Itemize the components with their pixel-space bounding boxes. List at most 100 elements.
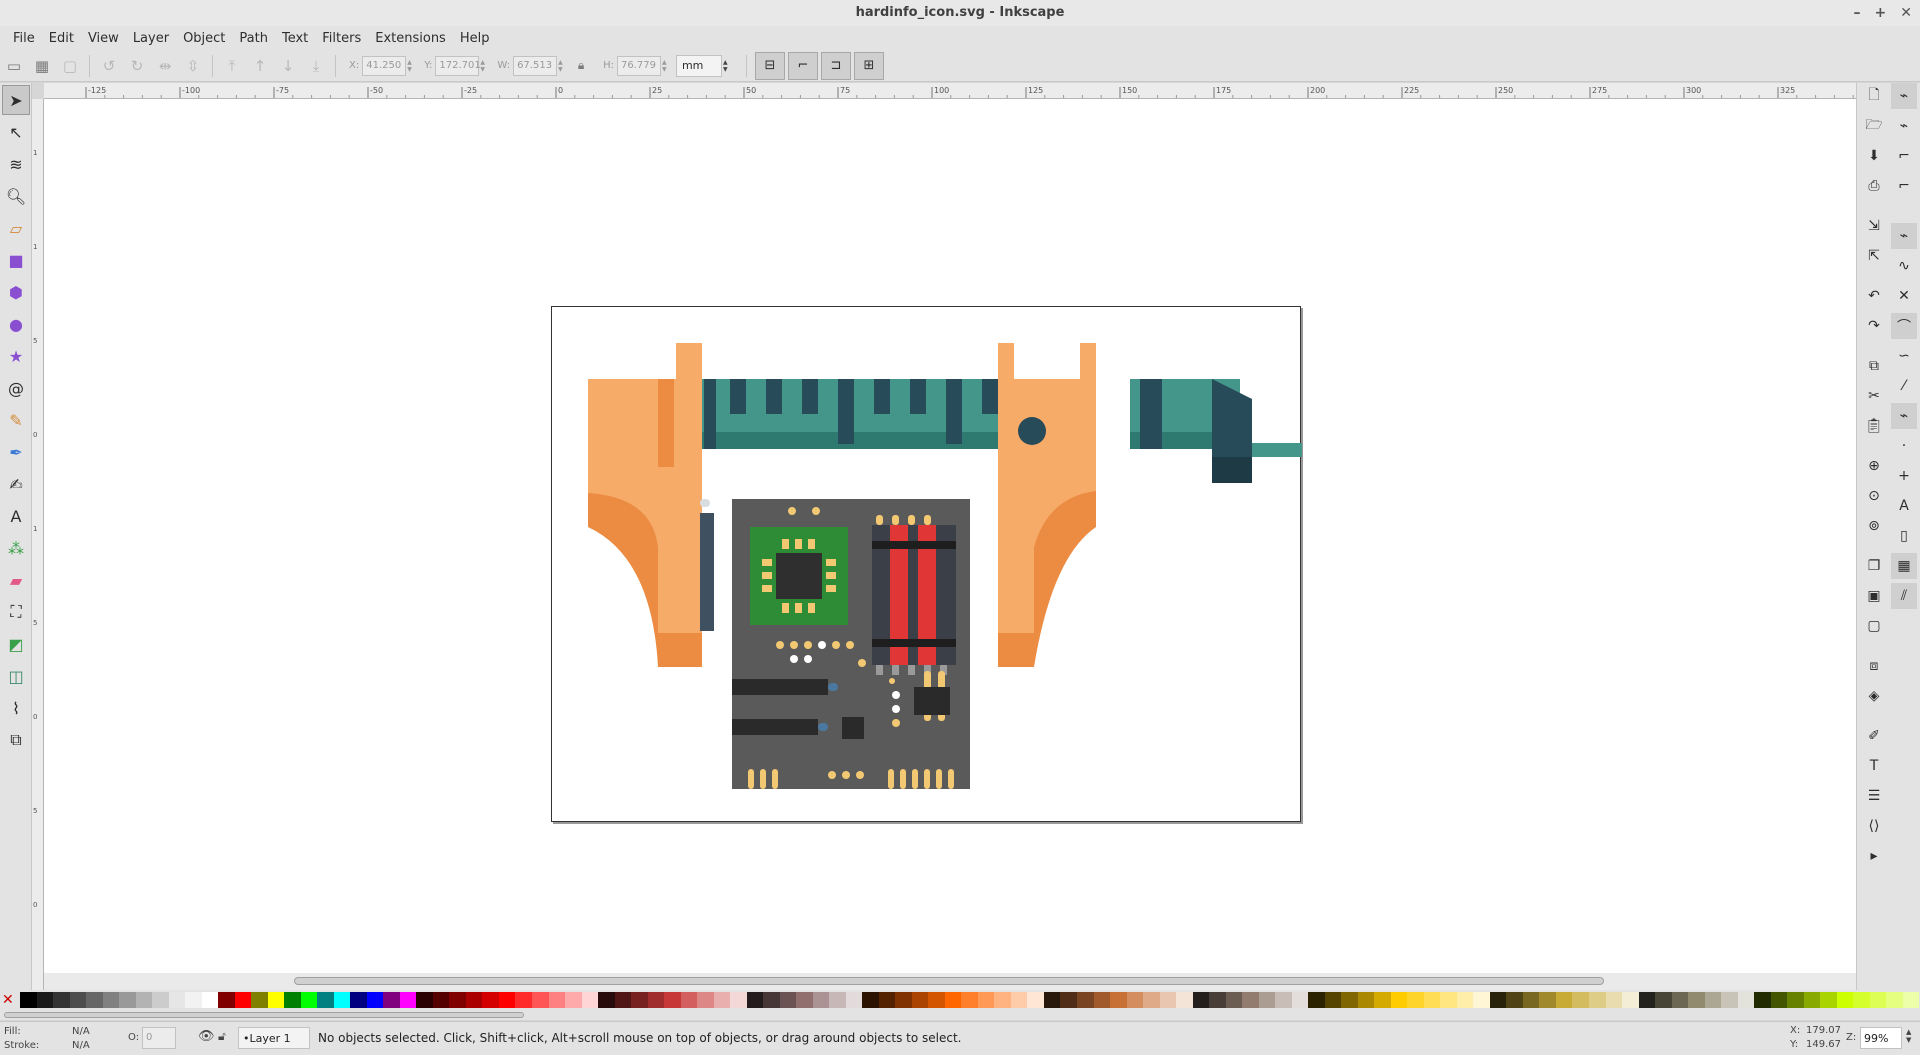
export-icon[interactable]: ⇱	[1861, 243, 1887, 269]
palette-swatch[interactable]	[1275, 992, 1292, 1008]
palette-swatch[interactable]	[1110, 992, 1127, 1008]
menu-extensions[interactable]: Extensions	[368, 31, 453, 46]
palette-swatch[interactable]	[317, 992, 334, 1008]
palette-swatch[interactable]	[86, 992, 103, 1008]
palette-swatch[interactable]	[878, 992, 896, 1008]
lock-icon[interactable]: 🔒︎	[567, 52, 595, 80]
horizontal-scrollbar[interactable]	[44, 973, 1880, 990]
lock-layer-icon[interactable]: 🔓︎	[218, 1029, 226, 1044]
palette-swatch[interactable]	[1820, 992, 1837, 1008]
import-icon[interactable]: ⇲	[1861, 213, 1887, 239]
palette-swatch[interactable]	[1225, 992, 1243, 1008]
palette-swatch[interactable]	[1638, 992, 1656, 1008]
palette-swatch[interactable]	[36, 992, 54, 1008]
palette-swatch[interactable]	[1836, 992, 1854, 1008]
snap-rotation-center-icon[interactable]: +	[1891, 463, 1917, 489]
print-icon[interactable]: ⎙	[1861, 173, 1887, 199]
palette-swatch[interactable]	[1456, 992, 1474, 1008]
menu-path[interactable]: Path	[232, 31, 275, 46]
rotate-ccw-icon[interactable]: ↺	[95, 52, 123, 80]
zoom-input[interactable]: 99%	[1860, 1027, 1902, 1049]
x-input[interactable]: 41.250	[362, 55, 407, 76]
palette-swatch[interactable]	[977, 992, 995, 1008]
group-icon[interactable]: ▣	[1861, 583, 1887, 609]
snap-others-icon[interactable]: ⌁	[1891, 403, 1917, 429]
palette-swatch[interactable]	[1423, 992, 1441, 1008]
palette-swatch[interactable]	[416, 992, 433, 1008]
paint-bucket-tool-icon[interactable]: ⛶	[2, 597, 30, 627]
palette-swatch[interactable]	[399, 992, 417, 1008]
raise-to-top-icon[interactable]: ⤒	[218, 52, 246, 80]
palette-swatch[interactable]	[333, 992, 351, 1008]
snap-path-icon[interactable]: ∿	[1891, 253, 1917, 279]
palette-swatch[interactable]	[1407, 992, 1424, 1008]
y-input[interactable]: 172.701	[435, 55, 481, 76]
palette-swatch[interactable]	[1572, 992, 1589, 1008]
palette-scrollbar-thumb[interactable]	[4, 1012, 524, 1018]
palette-swatch[interactable]	[1473, 992, 1490, 1008]
palette-swatch[interactable]	[135, 992, 153, 1008]
zoom-selection-icon[interactable]: ⊕	[1861, 453, 1887, 479]
palette-swatch[interactable]	[829, 992, 846, 1008]
gradient-tool-icon[interactable]: ◩	[2, 629, 30, 659]
palette-swatch[interactable]	[1126, 992, 1144, 1008]
palette-swatch[interactable]	[1077, 992, 1094, 1008]
pen-tool-icon[interactable]: ✒	[2, 437, 30, 467]
move-gradients-icon[interactable]: ⊐	[820, 51, 851, 80]
palette-swatch[interactable]	[1622, 992, 1639, 1008]
text-font-icon[interactable]: T	[1861, 753, 1887, 779]
dropper-tool-icon[interactable]: ⌇	[2, 693, 30, 723]
snap-cusp-icon[interactable]: ⌒	[1891, 313, 1917, 339]
palette-swatch[interactable]	[1291, 992, 1309, 1008]
no-paint-swatch-icon[interactable]: ✕	[2, 992, 18, 1008]
menu-edit[interactable]: Edit	[42, 31, 81, 46]
spray-tool-icon[interactable]: ⁂	[2, 533, 30, 563]
palette-swatch[interactable]	[152, 992, 169, 1008]
edit-path-icon[interactable]: ✐	[1861, 723, 1887, 749]
horizontal-ruler[interactable]: -125 -100 -75 -50 -25 0 25 50 75 100 125 150 175 200 2…	[44, 83, 1880, 99]
stroke-value[interactable]: N/A	[72, 1040, 90, 1051]
palette-swatch[interactable]	[383, 992, 400, 1008]
flip-horizontal-icon[interactable]: ⇹	[151, 52, 179, 80]
close-button[interactable]: ✕	[1900, 0, 1912, 26]
w-input[interactable]: 67.513	[513, 55, 558, 76]
palette-swatch[interactable]	[1176, 992, 1193, 1008]
palette-swatch[interactable]	[1209, 992, 1226, 1008]
palette-swatch[interactable]	[779, 992, 797, 1008]
palette-swatch[interactable]	[1588, 992, 1606, 1008]
menu-view[interactable]: View	[81, 31, 126, 46]
palette-swatch[interactable]	[697, 992, 714, 1008]
snap-toggle-icon[interactable]: ⌁	[1891, 83, 1917, 109]
palette-swatch[interactable]	[1060, 992, 1077, 1008]
opacity-input[interactable]: 0	[142, 1027, 176, 1049]
snap-nodes-icon[interactable]: ⌁	[1891, 223, 1917, 249]
xml-icon[interactable]: ⟨⟩	[1861, 813, 1887, 839]
lower-icon[interactable]: ↓	[274, 52, 302, 80]
palette-swatch[interactable]	[1341, 992, 1358, 1008]
palette-swatch[interactable]	[1886, 992, 1903, 1008]
palette-swatch[interactable]	[465, 992, 483, 1008]
palette-swatch[interactable]	[1308, 992, 1325, 1008]
menu-file[interactable]: File	[6, 31, 42, 46]
snap-bbox-edge-icon[interactable]: ⌐	[1891, 143, 1917, 169]
palette-swatch[interactable]	[895, 992, 912, 1008]
fill-stroke-icon[interactable]: ◈	[1861, 683, 1887, 709]
duplicate-icon[interactable]: ⧉	[1861, 353, 1887, 379]
menu-filters[interactable]: Filters	[315, 31, 368, 46]
select-all-icon[interactable]: ▭	[0, 52, 28, 80]
palette-swatch[interactable]	[548, 992, 566, 1008]
cut-icon[interactable]: ✂	[1861, 383, 1887, 409]
palette-swatch[interactable]	[1853, 992, 1870, 1008]
palette-scrollbar[interactable]	[0, 1010, 1920, 1020]
palette-swatch[interactable]	[498, 992, 516, 1008]
h-input[interactable]: 76.779	[616, 55, 661, 76]
palette-swatch[interactable]	[432, 992, 450, 1008]
current-layer-select[interactable]: •Layer 1	[238, 1027, 310, 1049]
snap-center-icon[interactable]: ·	[1891, 433, 1917, 459]
new-document-icon[interactable]: 🗋︎	[1861, 83, 1887, 109]
palette-swatch[interactable]	[531, 992, 549, 1008]
horizontal-scrollbar-thumb[interactable]	[294, 977, 1604, 985]
lower-to-bottom-icon[interactable]: ⤓	[302, 52, 330, 80]
palette-swatch[interactable]	[1159, 992, 1177, 1008]
snap-midpoint-icon[interactable]: ⁄	[1891, 373, 1917, 399]
